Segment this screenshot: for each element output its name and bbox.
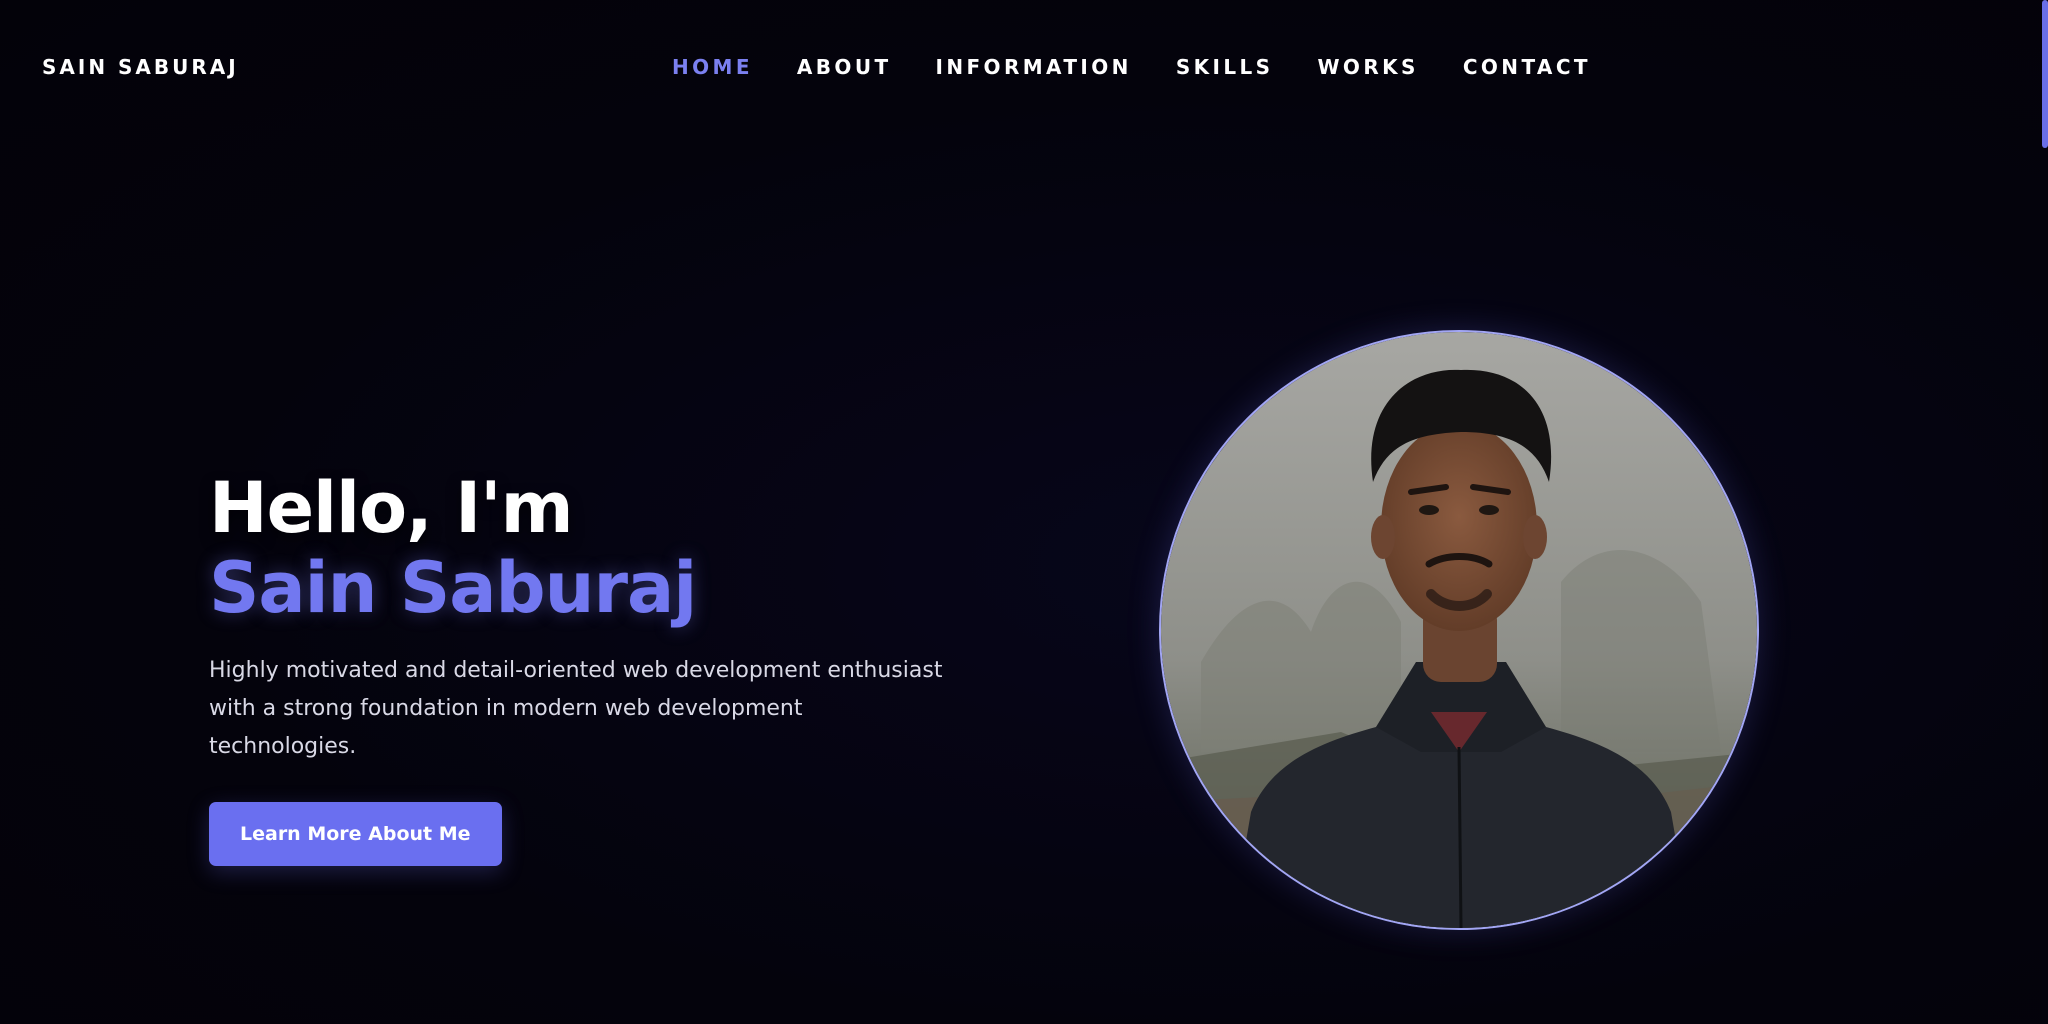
top-navbar: SAIN SABURAJ HOME ABOUT INFORMATION SKIL… bbox=[0, 0, 2048, 134]
hero-greeting: Hello, I'm bbox=[209, 467, 574, 549]
nav-item-information[interactable]: INFORMATION bbox=[936, 54, 1132, 80]
profile-photo-icon bbox=[1161, 332, 1757, 928]
hero-tagline-line-1: Highly motivated and detail-oriented web… bbox=[209, 658, 943, 683]
hero-name: Sain Saburaj bbox=[209, 547, 697, 629]
hero-tagline-line-2: with a strong foundation in modern web d… bbox=[209, 696, 803, 759]
hero-section: Hello, I'm Sain Saburaj Highly motivated… bbox=[209, 468, 969, 866]
nav-menu: HOME ABOUT INFORMATION SKILLS WORKS CONT… bbox=[672, 54, 1591, 80]
hero-tagline: Highly motivated and detail-oriented web… bbox=[209, 652, 949, 766]
page-scrollbar[interactable] bbox=[2042, 0, 2048, 1024]
page: SAIN SABURAJ HOME ABOUT INFORMATION SKIL… bbox=[0, 0, 2048, 1024]
scrollbar-thumb[interactable] bbox=[2042, 0, 2048, 148]
profile-photo bbox=[1159, 330, 1759, 930]
nav-item-works[interactable]: WORKS bbox=[1317, 54, 1418, 80]
nav-item-skills[interactable]: SKILLS bbox=[1176, 54, 1274, 80]
learn-more-button[interactable]: Learn More About Me bbox=[209, 802, 502, 866]
site-logo[interactable]: SAIN SABURAJ bbox=[42, 54, 239, 80]
nav-item-contact[interactable]: CONTACT bbox=[1463, 54, 1591, 80]
nav-item-home[interactable]: HOME bbox=[672, 54, 753, 80]
nav-item-about[interactable]: ABOUT bbox=[797, 54, 892, 80]
